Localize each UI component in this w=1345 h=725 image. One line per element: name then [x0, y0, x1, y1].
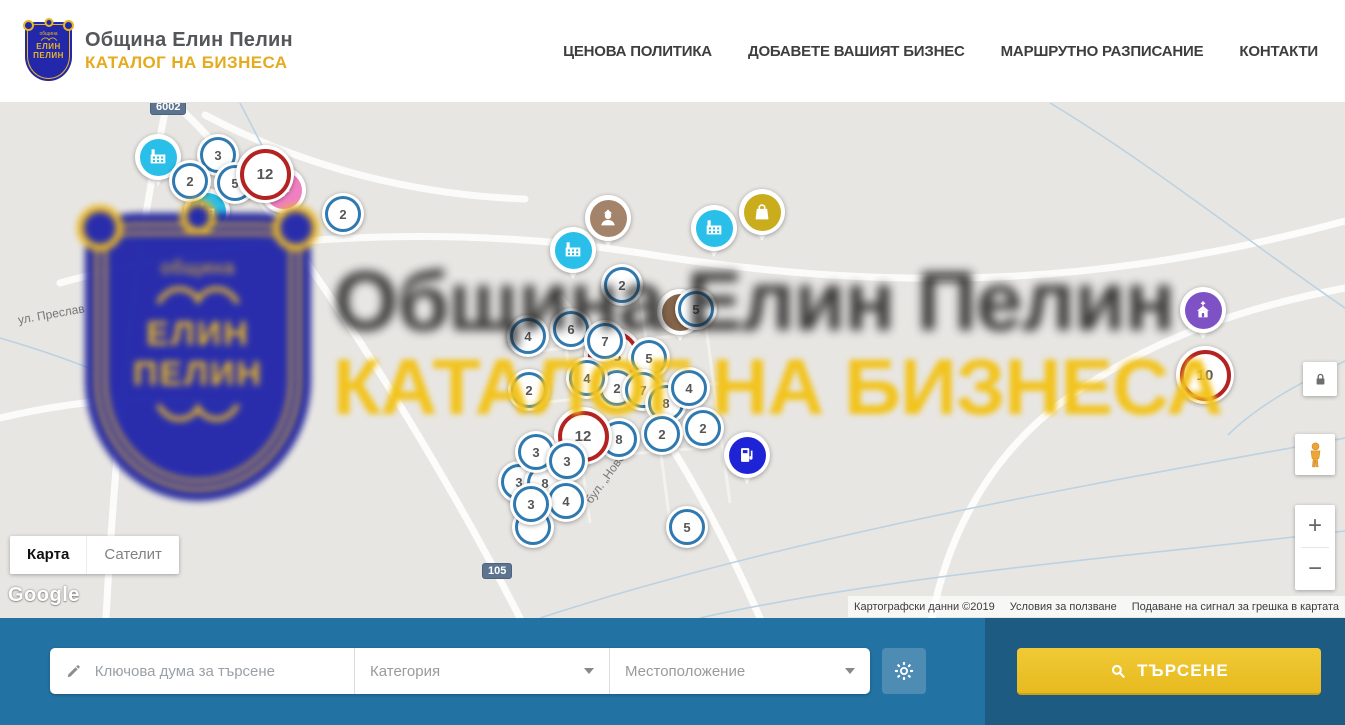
cluster-count: 2 — [172, 163, 208, 199]
cluster-count: 2 — [511, 372, 547, 408]
location-select-value: Местоположение — [625, 663, 745, 680]
site-logo[interactable]: община ЕЛИН ПЕЛИН Община Елин Пелин КАТА… — [25, 22, 293, 81]
factory-icon — [696, 210, 733, 247]
lock-button[interactable] — [1303, 362, 1337, 396]
zoom-in-button[interactable]: + — [1295, 505, 1335, 547]
cluster-marker[interactable]: 2 — [322, 193, 364, 235]
pin-circle — [585, 195, 631, 241]
nav-item[interactable]: ДОБАВЕТЕ ВАШИЯТ БИЗНЕС — [748, 43, 965, 60]
cluster-marker[interactable]: 2 — [682, 407, 724, 449]
category-select[interactable]: Категория — [355, 648, 610, 694]
attribution-link[interactable]: Условия за ползване — [1010, 601, 1117, 613]
header: община ЕЛИН ПЕЛИН Община Елин Пелин КАТА… — [0, 0, 1345, 103]
pin-circle — [1180, 287, 1226, 333]
cluster-count: 2 — [325, 196, 361, 232]
cluster-marker[interactable]: 4 — [507, 315, 549, 357]
main-nav: ЦЕНОВА ПОЛИТИКА ДОБАВЕТЕ ВАШИЯТ БИЗНЕС МАР… — [563, 43, 1318, 60]
pegman-streetview-button[interactable] — [1295, 434, 1335, 475]
map-canvas[interactable]: 1338245674252784228123343532512210 общин… — [0, 103, 1345, 618]
map-attribution: Картографски данни ©2019 Условия за ползв… — [848, 596, 1345, 617]
search-panel: Категория Местоположение ТЪРСЕНЕ — [0, 618, 1345, 725]
crest-name-2: ПЕЛИН — [33, 51, 64, 61]
search-icon — [1109, 662, 1127, 680]
attribution-text: Картографски данни ©2019 — [854, 601, 995, 613]
pin-circle — [739, 189, 785, 235]
church-icon — [1185, 292, 1222, 329]
pegman-icon — [1302, 441, 1329, 468]
cluster-marker[interactable]: 5 — [666, 506, 708, 548]
church-pin[interactable] — [1180, 287, 1226, 333]
padlock-icon — [1312, 371, 1329, 388]
cluster-count: 2 — [644, 416, 680, 452]
pin-circle — [724, 432, 770, 478]
google-logo[interactable]: Google — [8, 584, 80, 607]
cluster-count: 5 — [678, 291, 714, 327]
cluster-marker[interactable]: 2 — [601, 264, 643, 306]
worker-pin[interactable] — [585, 195, 631, 241]
worker-icon — [590, 200, 627, 237]
nav-item[interactable]: МАРШРУТНО РАЗПИСАНИЕ — [1001, 43, 1204, 60]
cluster-marker[interactable]: 4 — [668, 367, 710, 409]
attribution-link[interactable]: Подаване на сигнал за грешка в картата — [1132, 601, 1339, 613]
search-bar: Категория Местоположение — [50, 648, 870, 694]
cluster-count: 12 — [240, 149, 291, 200]
cluster-marker[interactable]: 12 — [236, 145, 294, 203]
cluster-count: 10 — [1180, 350, 1231, 401]
nav-item[interactable]: КОНТАКТИ — [1239, 43, 1318, 60]
cluster-count: 2 — [604, 267, 640, 303]
cluster-marker[interactable]: 3 — [510, 483, 552, 525]
page: община ЕЛИН ПЕЛИН Община Елин Пелин КАТА… — [0, 0, 1345, 725]
cluster-marker[interactable]: 2 — [641, 413, 683, 455]
map-markers: 1338245674252784228123343532512210 — [0, 103, 1345, 618]
cluster-count: 5 — [669, 509, 705, 545]
cluster-marker[interactable]: 5 — [675, 288, 717, 330]
keyword-field-wrap — [50, 648, 355, 694]
map-type-control: Карта Сателит — [10, 536, 179, 574]
shopping-bag-pin[interactable] — [739, 189, 785, 235]
caret-down-icon — [845, 668, 855, 674]
search-button[interactable]: ТЪРСЕНЕ — [1017, 648, 1321, 695]
cluster-count: 3 — [549, 443, 585, 479]
map-type-map-button[interactable]: Карта — [10, 536, 86, 574]
cluster-count: 7 — [587, 323, 623, 359]
shopping-bag-icon — [744, 194, 781, 231]
cluster-marker[interactable]: 10 — [1176, 346, 1234, 404]
zoom-control: + − — [1295, 505, 1335, 590]
municipality-crest-icon: община ЕЛИН ПЕЛИН — [25, 22, 72, 81]
keyword-input[interactable] — [93, 662, 339, 681]
site-title: Община Елин Пелин — [85, 29, 293, 53]
category-select-value: Категория — [370, 663, 440, 680]
cluster-marker[interactable]: 2 — [508, 369, 550, 411]
site-subtitle: КАТАЛОГ НА БИЗНЕСА — [85, 53, 293, 73]
cluster-marker[interactable]: 7 — [584, 320, 626, 362]
fuel-pump-icon — [729, 437, 766, 474]
gear-icon — [893, 660, 915, 682]
factory-pin[interactable] — [691, 205, 737, 251]
cluster-marker[interactable]: 3 — [546, 440, 588, 482]
pencil-icon — [65, 662, 82, 681]
advanced-search-button[interactable] — [882, 648, 926, 694]
cluster-count: 2 — [685, 410, 721, 446]
cluster-count: 3 — [513, 486, 549, 522]
cluster-count: 4 — [548, 483, 584, 519]
caret-down-icon — [584, 668, 594, 674]
fuel-pump-pin[interactable] — [724, 432, 770, 478]
search-button-label: ТЪРСЕНЕ — [1137, 661, 1229, 681]
nav-item[interactable]: ЦЕНОВА ПОЛИТИКА — [563, 43, 712, 60]
cluster-count: 4 — [569, 360, 605, 396]
map-type-satellite-button[interactable]: Сателит — [86, 536, 179, 574]
cluster-count: 4 — [510, 318, 546, 354]
cluster-marker[interactable]: 4 — [566, 357, 608, 399]
crest-name-1: ЕЛИН — [36, 42, 60, 52]
location-select[interactable]: Местоположение — [610, 648, 870, 694]
cluster-marker[interactable]: 2 — [169, 160, 211, 202]
zoom-out-button[interactable]: − — [1295, 548, 1335, 590]
pin-circle — [691, 205, 737, 251]
cluster-count: 4 — [671, 370, 707, 406]
